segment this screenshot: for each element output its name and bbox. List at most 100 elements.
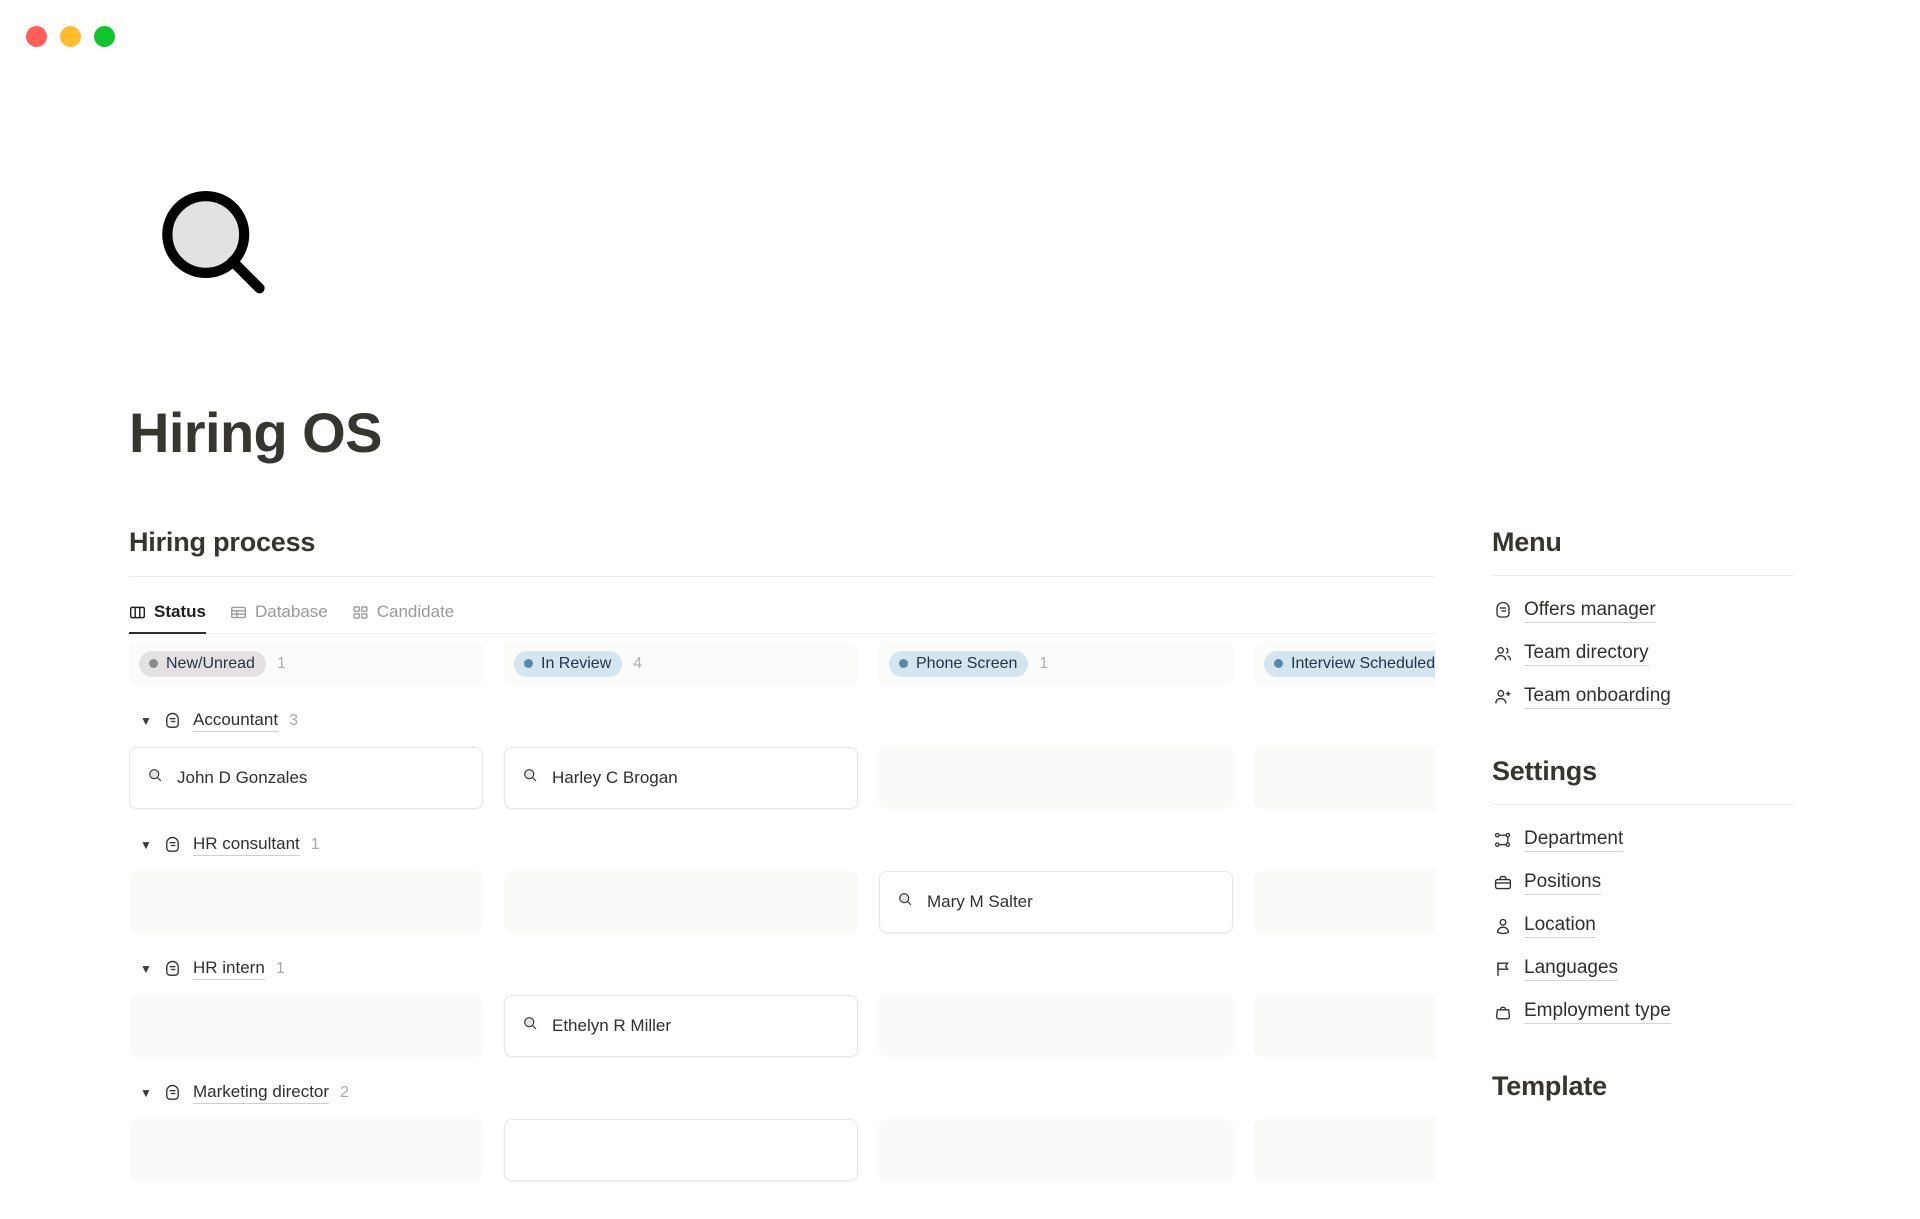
group-row-accountant: John D Gonzales Harley C Brogan (129, 747, 1435, 809)
status-dot-icon (899, 659, 908, 668)
status-count: 1 (277, 655, 286, 673)
group-header[interactable]: ▼ HR consultant 1 (129, 819, 1435, 871)
empty-cell[interactable] (1254, 747, 1435, 809)
candidate-card[interactable]: Mary M Salter (879, 871, 1233, 933)
candidate-card[interactable]: Ethelyn R Miller (504, 995, 858, 1057)
status-label: New/Unread (166, 655, 255, 673)
status-column-in-review[interactable]: In Review 4 (504, 642, 858, 685)
user-plus-icon (1492, 687, 1513, 707)
search-icon (897, 891, 914, 913)
search-icon[interactable] (152, 182, 280, 310)
empty-cell[interactable] (1254, 871, 1435, 933)
sidebar-item-employment-type[interactable]: Employment type (1492, 990, 1794, 1033)
candidate-card[interactable] (504, 1119, 858, 1181)
group-label[interactable]: Accountant (193, 710, 278, 732)
group-header[interactable]: ▼ HR intern 1 (129, 943, 1435, 995)
tab-status[interactable]: Status (129, 602, 206, 633)
status-dot-icon (149, 659, 158, 668)
status-header-row: New/Unread 1 In Review 4 (129, 634, 1435, 685)
sidebar-item-offers-manager[interactable]: Offers manager (1492, 589, 1794, 632)
group-count: 1 (276, 960, 285, 978)
empty-cell[interactable] (879, 1119, 1233, 1181)
group-row-hr-intern: Ethelyn R Miller (129, 995, 1435, 1057)
candidate-card[interactable]: Harley C Brogan (504, 747, 858, 809)
gallery-grid-icon (352, 604, 369, 621)
group-count: 1 (311, 836, 320, 854)
sidebar-item-label: Location (1524, 914, 1596, 938)
search-icon (147, 767, 164, 789)
sidebar-item-languages[interactable]: Languages (1492, 947, 1794, 990)
close-button[interactable] (26, 26, 47, 47)
page-body: Hiring OS Hiring process Status (0, 72, 1920, 1200)
group-header[interactable]: ▼ Accountant 3 (129, 695, 1435, 747)
status-badge: In Review (514, 651, 622, 677)
candidate-name: Mary M Salter (927, 892, 1033, 912)
status-count: 4 (633, 655, 642, 673)
settings-divider (1492, 804, 1794, 805)
sidebar-item-label: Team directory (1524, 642, 1649, 666)
menu-divider (1492, 575, 1794, 576)
collapse-toggle-icon[interactable]: ▼ (140, 1087, 152, 1099)
status-badge: Interview Scheduled (1264, 651, 1435, 677)
empty-cell[interactable] (129, 995, 483, 1057)
sidebar-item-department[interactable]: Department (1492, 818, 1794, 861)
maximize-button[interactable] (94, 26, 115, 47)
page-title: Hiring OS (129, 402, 382, 465)
group-label[interactable]: HR consultant (193, 834, 300, 856)
group-count: 2 (340, 1084, 349, 1102)
search-icon (522, 1015, 539, 1037)
users-icon (1492, 644, 1513, 664)
table-icon (230, 604, 247, 621)
empty-cell[interactable] (504, 871, 858, 933)
empty-cell[interactable] (1254, 1119, 1435, 1181)
tab-candidate[interactable]: Candidate (352, 602, 455, 633)
flag-icon (1492, 959, 1513, 979)
group-count: 3 (289, 712, 298, 730)
view-tabs: Status Database (129, 577, 1435, 634)
sidebar-item-label: Positions (1524, 871, 1601, 895)
candidate-name: Harley C Brogan (552, 768, 678, 788)
status-column-phone-screen[interactable]: Phone Screen 1 (879, 642, 1233, 685)
candidate-name: Ethelyn R Miller (552, 1016, 671, 1036)
empty-cell[interactable] (129, 1119, 483, 1181)
group-label[interactable]: Marketing director (193, 1082, 329, 1104)
inbox-face-icon (163, 960, 182, 979)
status-column-new-unread[interactable]: New/Unread 1 (129, 642, 483, 685)
minimize-button[interactable] (60, 26, 81, 47)
sidebar-item-positions[interactable]: Positions (1492, 861, 1794, 904)
status-label: Phone Screen (916, 655, 1017, 673)
sidebar-spacer (1492, 1033, 1794, 1071)
status-board[interactable]: New/Unread 1 In Review 4 (129, 634, 1435, 1219)
inbox-face-icon (163, 1084, 182, 1103)
sidebar-item-team-directory[interactable]: Team directory (1492, 632, 1794, 675)
candidate-card[interactable]: John D Gonzales (129, 747, 483, 809)
sidebar-item-label: Team onboarding (1524, 685, 1671, 709)
candidate-name: John D Gonzales (177, 768, 307, 788)
empty-cell[interactable] (879, 995, 1233, 1057)
sidebar-item-label: Offers manager (1524, 599, 1656, 623)
template-heading: Template (1492, 1071, 1794, 1119)
status-dot-icon (1274, 659, 1283, 668)
status-column-interview-scheduled[interactable]: Interview Scheduled (1254, 642, 1435, 685)
bag-icon (1492, 1002, 1513, 1022)
collapse-toggle-icon[interactable]: ▼ (140, 839, 152, 851)
sidebar-item-label: Department (1524, 828, 1623, 852)
tab-database[interactable]: Database (230, 602, 328, 633)
board-columns-icon (129, 604, 146, 621)
org-chart-icon (1492, 830, 1513, 850)
empty-cell[interactable] (1254, 995, 1435, 1057)
empty-cell[interactable] (879, 747, 1233, 809)
hiring-process-section: Hiring process Status (129, 527, 1435, 1219)
person-pin-icon (1492, 916, 1513, 936)
group-row-hr-consultant: Mary M Salter (129, 871, 1435, 933)
window-titlebar (0, 0, 1920, 72)
group-label[interactable]: HR intern (193, 958, 265, 980)
empty-cell[interactable] (129, 871, 483, 933)
collapse-toggle-icon[interactable]: ▼ (140, 963, 152, 975)
collapse-toggle-icon[interactable]: ▼ (140, 715, 152, 727)
sidebar-item-team-onboarding[interactable]: Team onboarding (1492, 675, 1794, 718)
right-sidebar: Menu Offers manager (1492, 527, 1794, 1119)
sidebar-item-location[interactable]: Location (1492, 904, 1794, 947)
briefcase-icon (1492, 873, 1513, 893)
group-header[interactable]: ▼ Marketing director 2 (129, 1067, 1435, 1119)
